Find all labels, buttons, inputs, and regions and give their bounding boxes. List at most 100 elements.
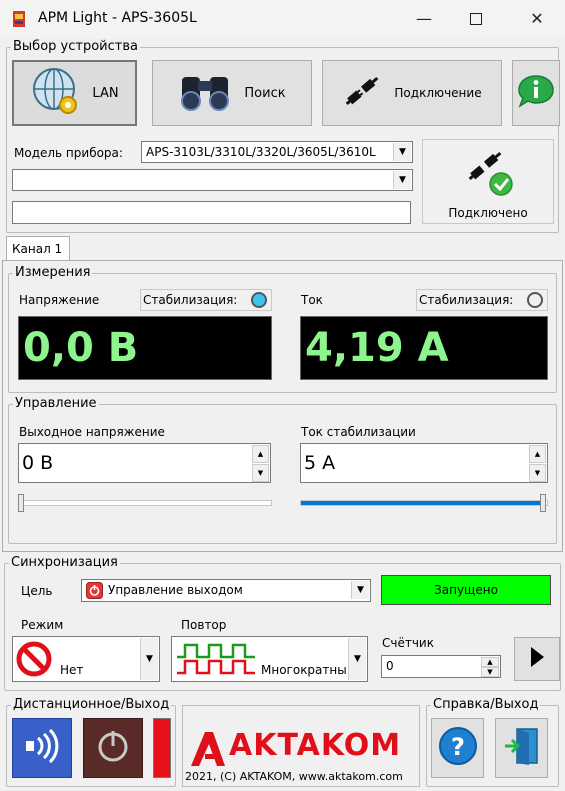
aktakom-logo (187, 728, 227, 772)
repeat-select-value: Многократны (261, 663, 347, 677)
mode-select[interactable]: Нет ▼ (12, 636, 160, 682)
wireless-signal-icon (20, 726, 64, 770)
tab-channel-1-label: Канал 1 (12, 242, 63, 256)
spin-down-icon[interactable]: ▼ (481, 667, 499, 677)
chevron-down-icon: ▼ (140, 638, 158, 680)
chevron-down-icon: ▼ (393, 171, 411, 189)
address-select[interactable]: ▼ (12, 169, 413, 191)
slider-thumb[interactable] (540, 494, 546, 512)
spin-down-icon[interactable]: ▼ (529, 464, 546, 482)
model-label: Модель прибора: (14, 146, 123, 160)
counter-value: 0 (386, 659, 394, 673)
repeat-select[interactable]: Многократны ▼ (171, 636, 368, 682)
output-toggle-button[interactable] (83, 718, 143, 778)
help-group-label: Справка/Выход (431, 697, 541, 712)
target-select[interactable]: Управление выходом ▼ (81, 579, 371, 602)
repeat-label: Повтор (181, 618, 227, 632)
chevron-down-icon: ▼ (393, 143, 411, 161)
slider-track (18, 500, 272, 506)
brand-panel: AKTAKOM 2021, (C) AKTAKOM, www.aktakom.c… (182, 705, 420, 787)
help-button[interactable]: ? (431, 718, 484, 778)
svg-text:?: ? (451, 733, 465, 761)
info-icon (516, 73, 556, 113)
run-status-label: Запущено (434, 583, 498, 597)
maximize-icon[interactable] (464, 8, 488, 30)
globe-gear-icon (30, 65, 82, 121)
power-icon (93, 726, 133, 770)
current-label: Ток (301, 293, 323, 307)
out-voltage-value: 0 В (22, 452, 54, 474)
current-stab-label: Стабилизация: (419, 293, 514, 307)
sync-group-label: Синхронизация (9, 555, 120, 570)
binoculars-icon (178, 71, 234, 115)
search-button-label: Поиск (244, 85, 286, 101)
target-label: Цель (21, 584, 53, 598)
current-value: 4,19 А (305, 325, 449, 371)
counter-input[interactable]: 0 ▲ ▼ (381, 655, 501, 678)
slider-thumb[interactable] (18, 494, 24, 512)
connect-button[interactable]: Подключение (322, 60, 502, 126)
current-stab-indicator (527, 292, 543, 308)
device-group-label: Выбор устройства (11, 39, 140, 54)
tab-channel-1[interactable]: Канал 1 (6, 236, 70, 261)
remote-group-label: Дистанционное/Выход (11, 697, 172, 712)
out-voltage-slider[interactable] (18, 494, 272, 512)
lan-button[interactable]: LAN (12, 60, 137, 126)
stab-current-label: Ток стабилизации (301, 425, 416, 439)
voltage-label: Напряжение (19, 293, 100, 307)
lan-button-label: LAN (92, 85, 119, 101)
square-wave-icon (175, 641, 257, 681)
connection-status-label: Подключено (448, 206, 528, 220)
mode-select-value: Нет (60, 663, 84, 677)
output-indicator (153, 718, 171, 778)
remote-button[interactable] (12, 718, 72, 778)
spin-down-icon[interactable]: ▼ (252, 464, 269, 482)
serial-input[interactable] (12, 201, 411, 224)
connected-plug-icon (465, 146, 515, 202)
copyright-text: 2021, (C) AKTAKOM, www.aktakom.com (185, 770, 403, 783)
stab-current-input[interactable]: 5 А ▲ ▼ (300, 443, 548, 483)
voltage-stab-indicator (251, 292, 267, 308)
connection-status-panel: Подключено (422, 139, 554, 224)
no-entry-icon (16, 641, 52, 681)
mode-label: Режим (21, 618, 64, 632)
connect-button-label: Подключение (394, 86, 482, 100)
app-icon (11, 10, 27, 28)
current-stab-box: Стабилизация: (416, 289, 548, 311)
help-icon: ? (438, 726, 478, 770)
chevron-down-icon: ▼ (348, 638, 366, 680)
close-icon[interactable]: ✕ (525, 8, 549, 30)
chevron-down-icon: ▼ (351, 581, 369, 599)
title-bar: APM Light - APS-3605L — ✕ (0, 0, 565, 38)
control-group-label: Управление (13, 396, 99, 411)
measure-group-label: Измерения (13, 265, 93, 280)
exit-door-icon (503, 726, 541, 770)
power-icon (86, 582, 103, 603)
voltage-stab-box: Стабилизация: (140, 289, 272, 311)
spin-up-icon[interactable]: ▲ (529, 445, 546, 463)
play-icon (529, 646, 545, 672)
info-button[interactable] (512, 60, 560, 126)
voltage-stab-label: Стабилизация: (143, 293, 238, 307)
voltage-display: 0,0 В (18, 316, 272, 380)
model-select-value: APS-3103L/3310L/3320L/3605L/3610L (146, 145, 376, 159)
stab-current-slider[interactable] (300, 494, 548, 512)
exit-button[interactable] (495, 718, 548, 778)
model-select[interactable]: APS-3103L/3310L/3320L/3605L/3610L ▼ (141, 141, 413, 163)
minimize-icon[interactable]: — (412, 8, 436, 30)
counter-label: Счётчик (382, 636, 434, 650)
out-voltage-input[interactable]: 0 В ▲ ▼ (18, 443, 271, 483)
play-button[interactable] (514, 637, 560, 681)
plug-icon (342, 71, 382, 115)
search-button[interactable]: Поиск (152, 60, 312, 126)
spin-up-icon[interactable]: ▲ (481, 657, 499, 667)
run-status: Запущено (381, 575, 551, 605)
current-display: 4,19 А (300, 316, 548, 380)
window-title: APM Light - APS-3605L (38, 10, 197, 26)
stab-current-value: 5 А (304, 452, 336, 474)
target-select-value: Управление выходом (108, 583, 243, 597)
slider-fill (301, 501, 543, 505)
spin-up-icon[interactable]: ▲ (252, 445, 269, 463)
out-voltage-label: Выходное напряжение (19, 425, 165, 439)
voltage-value: 0,0 В (23, 325, 139, 371)
